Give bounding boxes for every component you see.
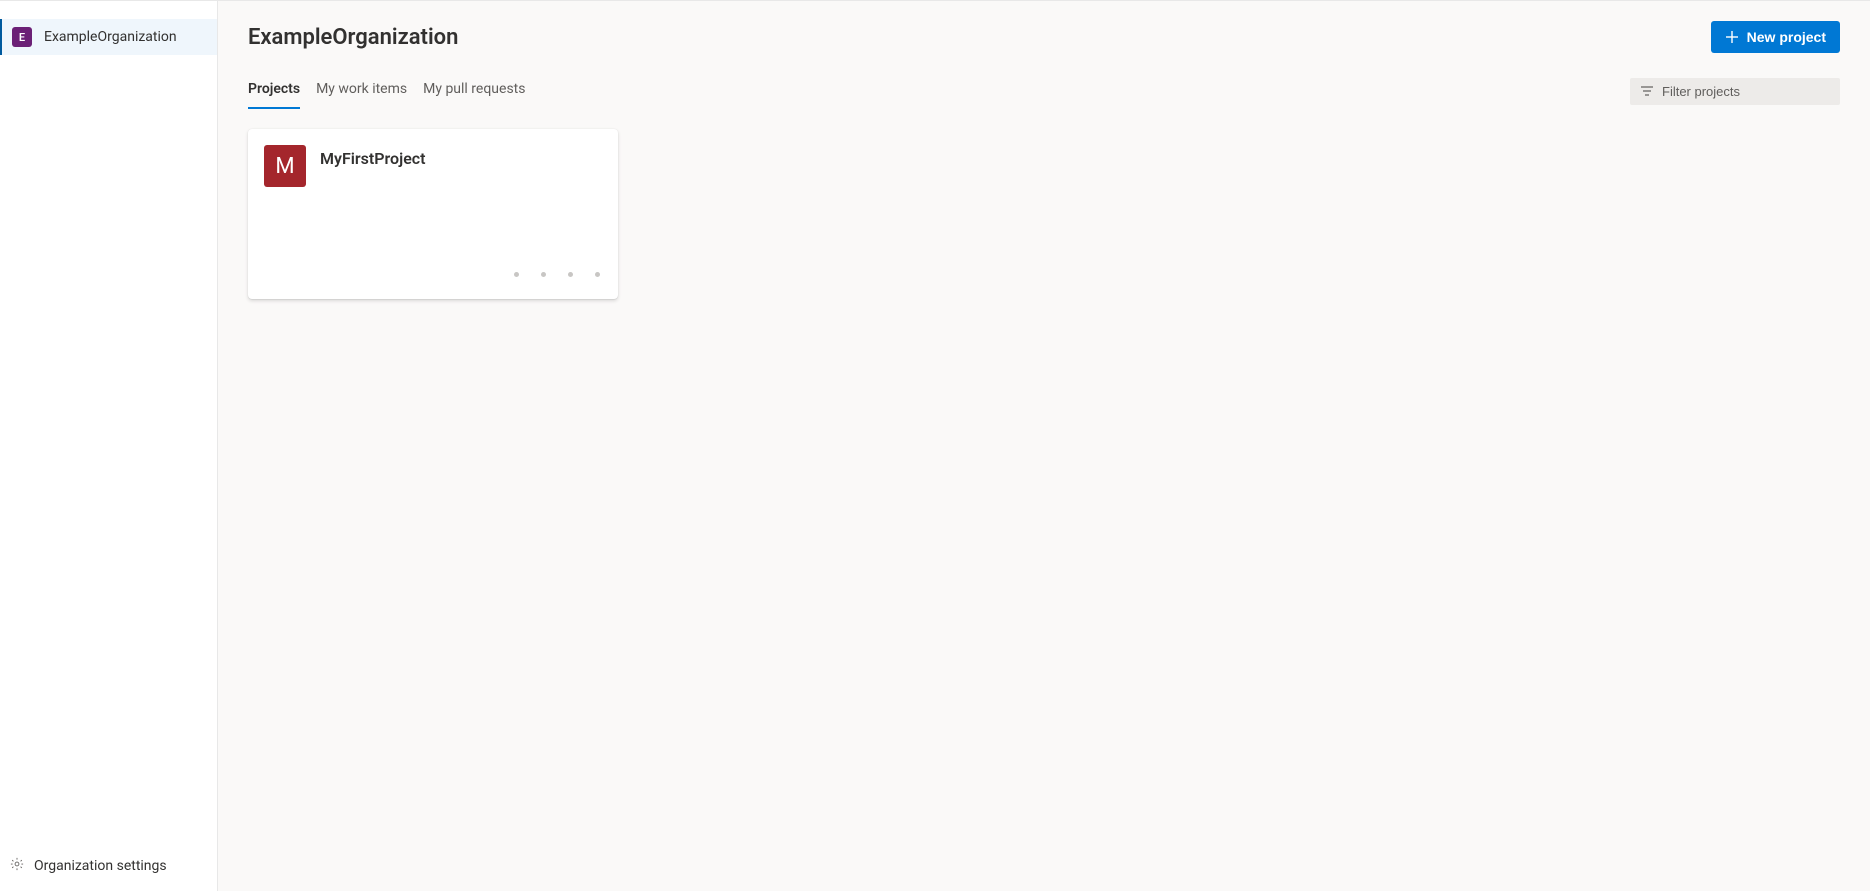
tab-my-pull-requests[interactable]: My pull requests bbox=[423, 73, 525, 109]
status-dot bbox=[568, 272, 573, 277]
project-icon: M bbox=[264, 145, 306, 187]
main-content: ExampleOrganization New project Projects… bbox=[218, 1, 1870, 891]
new-project-label: New project bbox=[1747, 29, 1826, 45]
org-icon: E bbox=[12, 27, 32, 47]
project-status-dots bbox=[514, 272, 600, 277]
sidebar: E ExampleOrganization Organization setti… bbox=[0, 1, 218, 891]
tabs: Projects My work items My pull requests bbox=[248, 73, 525, 109]
new-project-button[interactable]: New project bbox=[1711, 21, 1840, 53]
filter-icon bbox=[1640, 84, 1654, 98]
tab-projects[interactable]: Projects bbox=[248, 73, 300, 109]
gear-icon bbox=[10, 857, 24, 875]
status-dot bbox=[514, 272, 519, 277]
filter-projects-box[interactable] bbox=[1630, 78, 1840, 105]
main-header: ExampleOrganization New project bbox=[248, 21, 1840, 53]
sidebar-bottom: Organization settings bbox=[0, 841, 217, 891]
sidebar-top: E ExampleOrganization bbox=[0, 1, 217, 841]
status-dot bbox=[595, 272, 600, 277]
page-title: ExampleOrganization bbox=[248, 25, 458, 50]
tab-my-work-items[interactable]: My work items bbox=[316, 73, 407, 109]
organization-settings-label: Organization settings bbox=[34, 858, 167, 874]
project-card[interactable]: M MyFirstProject bbox=[248, 129, 618, 299]
status-dot bbox=[541, 272, 546, 277]
projects-grid: M MyFirstProject bbox=[248, 129, 1840, 299]
tab-row: Projects My work items My pull requests bbox=[248, 73, 1840, 109]
filter-projects-input[interactable] bbox=[1662, 84, 1830, 99]
sidebar-item-organization[interactable]: E ExampleOrganization bbox=[0, 19, 217, 55]
organization-settings-button[interactable]: Organization settings bbox=[0, 849, 217, 883]
app-body: E ExampleOrganization Organization setti… bbox=[0, 1, 1870, 891]
project-name: MyFirstProject bbox=[320, 145, 426, 187]
project-card-top: M MyFirstProject bbox=[264, 145, 602, 187]
plus-icon bbox=[1725, 30, 1739, 44]
sidebar-item-label: ExampleOrganization bbox=[44, 29, 177, 45]
